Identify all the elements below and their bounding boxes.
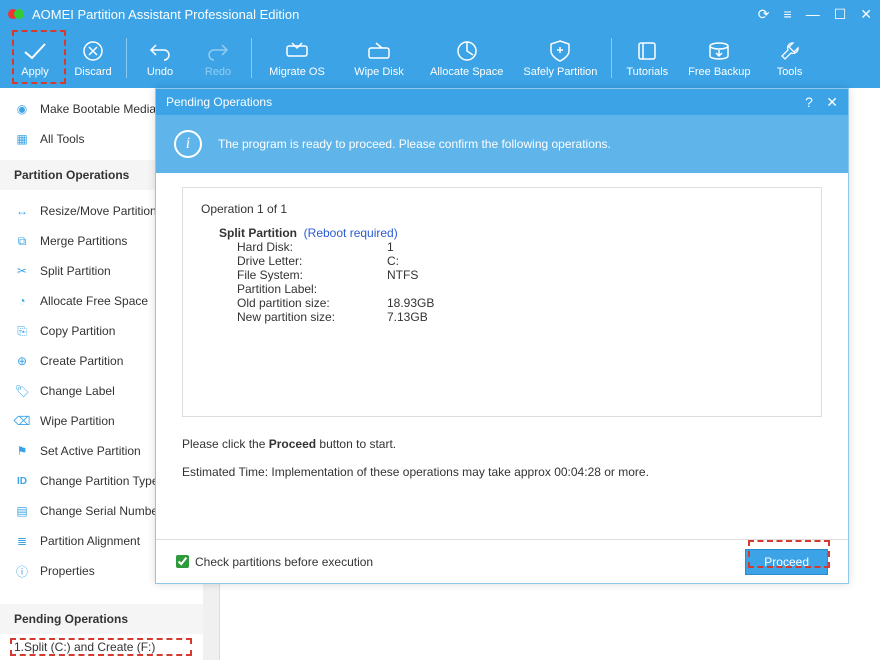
resize-icon: ↔ bbox=[14, 203, 30, 219]
book-icon bbox=[636, 38, 658, 64]
wipe-disk-button[interactable]: Wipe Disk bbox=[338, 34, 420, 82]
tools-button[interactable]: Tools bbox=[761, 34, 819, 82]
split-icon: ✂ bbox=[14, 263, 30, 279]
allocate-icon bbox=[455, 38, 479, 64]
info-circle-icon: i bbox=[174, 130, 202, 158]
align-icon: ≣ bbox=[14, 533, 30, 549]
proceed-button[interactable]: Proceed bbox=[745, 549, 828, 575]
undo-icon bbox=[148, 38, 172, 64]
discard-button[interactable]: Discard bbox=[64, 34, 122, 82]
close-icon[interactable]: ✕ bbox=[860, 6, 872, 23]
help-icon[interactable]: ? bbox=[805, 94, 813, 110]
grid-icon: ▦ bbox=[14, 131, 30, 147]
merge-icon: ⧉ bbox=[14, 233, 30, 249]
migrate-os-button[interactable]: Migrate OS bbox=[256, 34, 338, 82]
app-title: AOMEI Partition Assistant Professional E… bbox=[32, 7, 758, 22]
dialog-close-icon[interactable]: ✕ bbox=[826, 94, 838, 110]
allocate-space-button[interactable]: Allocate Space bbox=[420, 34, 513, 82]
wrench-icon bbox=[779, 38, 801, 64]
safely-partition-button[interactable]: Safely Partition bbox=[513, 34, 607, 82]
shield-icon bbox=[549, 38, 571, 64]
estimated-time: Estimated Time: Implementation of these … bbox=[182, 465, 822, 479]
operation-counter: Operation 1 of 1 bbox=[201, 202, 803, 216]
check-icon bbox=[22, 38, 48, 64]
migrate-icon bbox=[284, 38, 310, 64]
apply-button[interactable]: Apply bbox=[6, 34, 64, 82]
serial-icon: ▤ bbox=[14, 503, 30, 519]
tag-icon: 🏷 bbox=[14, 383, 30, 399]
check-partitions-input[interactable] bbox=[176, 555, 189, 568]
flag-icon: ⚑ bbox=[14, 443, 30, 459]
redo-button[interactable]: Redo bbox=[189, 34, 247, 82]
discard-x-icon bbox=[82, 38, 104, 64]
proceed-hint: Please click the Proceed button to start… bbox=[182, 437, 822, 451]
operation-name: Split Partition bbox=[219, 226, 297, 240]
info-icon: ⓘ bbox=[14, 563, 30, 579]
sidebar-heading-pending: Pending Operations bbox=[0, 604, 204, 634]
dialog-titlebar: Pending Operations ? ✕ bbox=[156, 89, 848, 115]
dialog-banner: i The program is ready to proceed. Pleas… bbox=[156, 115, 848, 173]
redo-icon bbox=[206, 38, 230, 64]
minimize-icon[interactable]: — bbox=[806, 6, 820, 22]
check-partitions-checkbox[interactable]: Check partitions before execution bbox=[176, 555, 373, 569]
undo-button[interactable]: Undo bbox=[131, 34, 189, 82]
app-logo-icon bbox=[8, 6, 24, 22]
main-toolbar: Apply Discard Undo Redo Migrate OS Wipe … bbox=[0, 28, 880, 88]
menu-icon[interactable]: ≡ bbox=[784, 6, 792, 22]
banner-text: The program is ready to proceed. Please … bbox=[218, 137, 611, 151]
tutorials-button[interactable]: Tutorials bbox=[616, 34, 678, 82]
refresh-icon[interactable]: ⟳ bbox=[758, 6, 770, 23]
pending-operations-dialog: Pending Operations ? ✕ i The program is … bbox=[155, 88, 849, 584]
dialog-title: Pending Operations bbox=[166, 95, 795, 109]
free-backup-button[interactable]: Free Backup bbox=[678, 34, 760, 82]
operations-list: Operation 1 of 1 Split Partition (Reboot… bbox=[182, 187, 822, 417]
plus-icon: ⊕ bbox=[14, 353, 30, 369]
id-icon: ID bbox=[14, 473, 30, 489]
cd-icon: ◉ bbox=[14, 101, 30, 117]
clock-icon: ◔ bbox=[14, 293, 30, 309]
reboot-required-link[interactable]: (Reboot required) bbox=[304, 226, 398, 240]
copy-icon: ⎘ bbox=[14, 323, 30, 339]
eraser-icon: ⌫ bbox=[14, 413, 30, 429]
maximize-icon[interactable]: ☐ bbox=[834, 6, 847, 23]
titlebar: AOMEI Partition Assistant Professional E… bbox=[0, 0, 880, 28]
wipe-icon bbox=[366, 38, 392, 64]
backup-icon bbox=[707, 38, 731, 64]
pending-operation-item[interactable]: 1.Split (C:) and Create (F:) bbox=[0, 634, 204, 660]
